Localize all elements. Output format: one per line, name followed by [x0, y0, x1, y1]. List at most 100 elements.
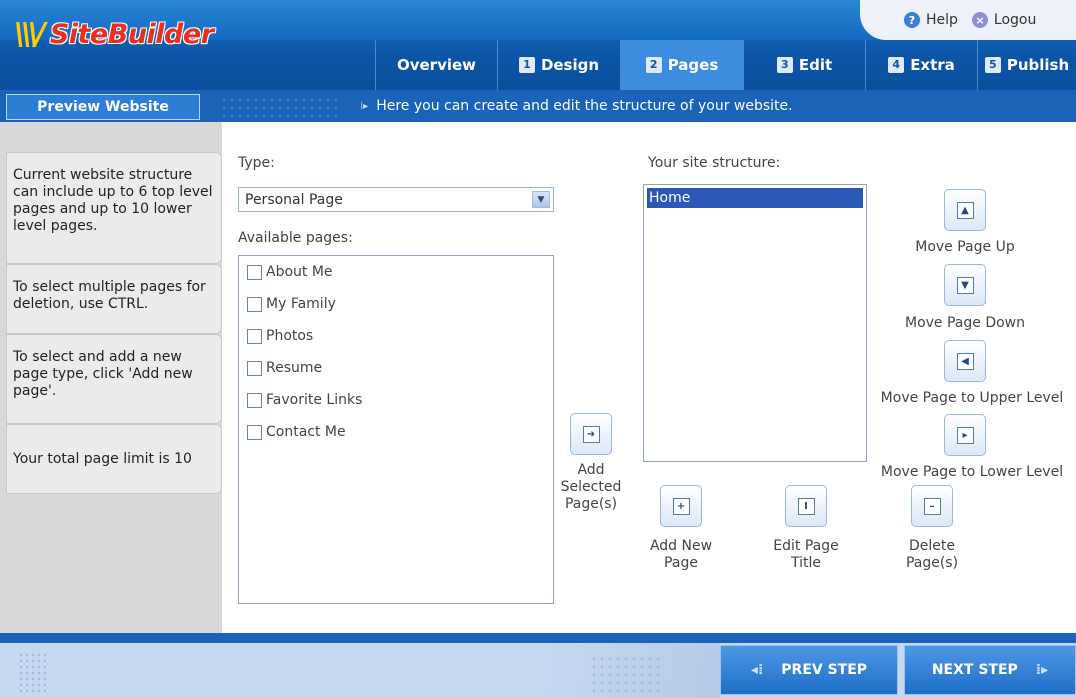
- move-page-down-caption: Move Page Down: [904, 315, 1025, 331]
- caption-line: Page: [664, 555, 698, 571]
- add-selected-button[interactable]: ➜: [570, 413, 612, 455]
- logout-link[interactable]: × Logou: [971, 12, 1037, 28]
- page-option-label: Resume: [266, 360, 323, 376]
- edit-page-title-button[interactable]: I: [785, 485, 827, 527]
- tab-overview[interactable]: Overview: [375, 40, 497, 90]
- structure-item-home[interactable]: Home: [647, 188, 863, 208]
- delete-page-icon: –: [923, 497, 941, 515]
- move-page-lower-level-caption: Move Page to Lower Level: [880, 464, 1064, 480]
- hint-text: Here you can create and edit the structu…: [376, 98, 793, 114]
- move-down-icon: ▼: [956, 276, 974, 294]
- decorative-dots: [18, 652, 48, 692]
- page-type-value: Personal Page: [245, 191, 343, 208]
- caption-line: Add: [577, 462, 605, 478]
- checkbox[interactable]: [247, 296, 262, 312]
- checkbox[interactable]: [247, 360, 262, 376]
- add-new-page-caption: Add New Page: [641, 538, 721, 572]
- next-step-button[interactable]: NEXT STEP ⁞▸: [904, 645, 1076, 695]
- page-option-label: Favorite Links: [266, 392, 363, 408]
- list-item[interactable]: About Me: [247, 264, 333, 280]
- list-item[interactable]: Favorite Links: [247, 392, 362, 408]
- checkbox[interactable]: [247, 392, 262, 408]
- site-structure-label: Your site structure:: [648, 155, 781, 171]
- checkbox[interactable]: [247, 424, 262, 440]
- tip-text: To select and add a new page type, click…: [13, 349, 193, 399]
- help-bar: ? Help × Logou: [860, 0, 1076, 40]
- add-new-page-button[interactable]: +: [660, 485, 702, 527]
- move-page-up-button[interactable]: ▲: [944, 189, 986, 231]
- preview-website-button[interactable]: Preview Website: [6, 94, 200, 120]
- tip-multiple-select: To select multiple pages for deletion, u…: [6, 264, 222, 334]
- tab-extra[interactable]: 4 Extra: [865, 40, 977, 90]
- move-left-icon: ◀: [956, 352, 974, 370]
- available-pages-list: About Me My Family Photos Resume Favorit…: [238, 255, 554, 604]
- caption-line: Delete: [909, 538, 955, 554]
- help-link[interactable]: ? Help: [904, 12, 958, 28]
- delete-pages-button[interactable]: –: [911, 485, 953, 527]
- tab-pages[interactable]: 2 Pages: [620, 40, 743, 90]
- help-label: Help: [926, 12, 958, 28]
- tip-structure-limit: Current website structure can include up…: [6, 152, 222, 264]
- move-page-lower-level-button[interactable]: ▸: [944, 414, 986, 456]
- caption-line: Page(s): [564, 496, 618, 512]
- step-1-icon: 1: [518, 57, 535, 73]
- tab-overview-label: Overview: [396, 56, 477, 74]
- chevron-down-icon[interactable]: ▼: [532, 191, 550, 208]
- hint-arrow-icon: ⁞▸: [360, 100, 369, 112]
- tip-page-limit: Your total page limit is 10: [6, 424, 222, 494]
- tab-design[interactable]: 1 Design: [497, 40, 620, 90]
- arrow-right-icon: ➜: [582, 425, 600, 443]
- type-label: Type:: [238, 155, 275, 171]
- step-2-icon: 2: [645, 57, 662, 73]
- prev-step-label: PREV STEP: [781, 662, 868, 678]
- tip-add-new-page: To select and add a new page type, click…: [6, 334, 222, 424]
- page-option-label: My Family: [266, 296, 336, 312]
- site-structure-list[interactable]: Home: [643, 184, 867, 462]
- prev-step-button[interactable]: ◂⁞ PREV STEP: [720, 645, 898, 695]
- caption-line: Edit Page: [773, 538, 839, 554]
- tab-publish-label: Publish: [1006, 56, 1070, 74]
- add-selected-caption: Add Selected Page(s): [556, 462, 626, 513]
- logout-label: Logou: [993, 12, 1037, 28]
- move-page-down-button[interactable]: ▼: [944, 264, 986, 306]
- caption-line: Page(s): [905, 555, 959, 571]
- list-item[interactable]: Photos: [247, 328, 313, 344]
- caption-line: Selected: [560, 479, 622, 495]
- tab-pages-label: Pages: [667, 56, 719, 74]
- next-arrow-icon: ⁞▸: [1035, 662, 1049, 678]
- checkbox[interactable]: [247, 328, 262, 344]
- move-page-upper-level-caption: Move Page to Upper Level: [880, 390, 1064, 406]
- page-option-label: About Me: [266, 264, 333, 280]
- page-option-label: Contact Me: [266, 424, 346, 440]
- decorative-dots: [220, 96, 340, 118]
- add-page-icon: +: [672, 497, 690, 515]
- logout-icon: ×: [971, 12, 988, 28]
- list-item[interactable]: Resume: [247, 360, 322, 376]
- tab-edit[interactable]: 3 Edit: [743, 40, 865, 90]
- logo-text: SiteBuilder: [49, 18, 214, 50]
- tab-design-label: Design: [540, 56, 600, 74]
- checkbox[interactable]: [247, 264, 262, 280]
- tips-sidebar: Current website structure can include up…: [0, 122, 222, 633]
- list-item[interactable]: My Family: [247, 296, 336, 312]
- tab-publish[interactable]: 5 Publish: [977, 40, 1076, 90]
- page-type-select[interactable]: Personal Page ▼: [238, 187, 554, 212]
- tip-text: To select multiple pages for deletion, u…: [13, 279, 206, 312]
- main-tabs: Overview 1 Design 2 Pages 3 Edit 4 Extra…: [375, 40, 1076, 90]
- tab-extra-label: Extra: [910, 56, 955, 74]
- decorative-dots: [590, 655, 660, 695]
- help-icon: ?: [904, 12, 920, 28]
- tip-text: Your total page limit is 10: [13, 451, 192, 467]
- move-page-upper-level-button[interactable]: ◀: [944, 340, 986, 382]
- step-4-icon: 4: [888, 57, 905, 73]
- prev-arrow-icon: ◂⁞: [750, 662, 764, 678]
- edit-title-icon: I: [797, 497, 815, 515]
- edit-page-title-caption: Edit Page Title: [766, 538, 846, 572]
- list-item[interactable]: Contact Me: [247, 424, 346, 440]
- move-page-up-caption: Move Page Up: [915, 239, 1015, 255]
- caption-line: Add New: [649, 538, 713, 554]
- step-5-icon: 5: [984, 57, 1001, 73]
- logo-mark-icon: \\\/: [14, 16, 46, 52]
- tab-edit-label: Edit: [798, 56, 833, 74]
- sitebuilder-logo: \\\/ SiteBuilder: [14, 14, 214, 54]
